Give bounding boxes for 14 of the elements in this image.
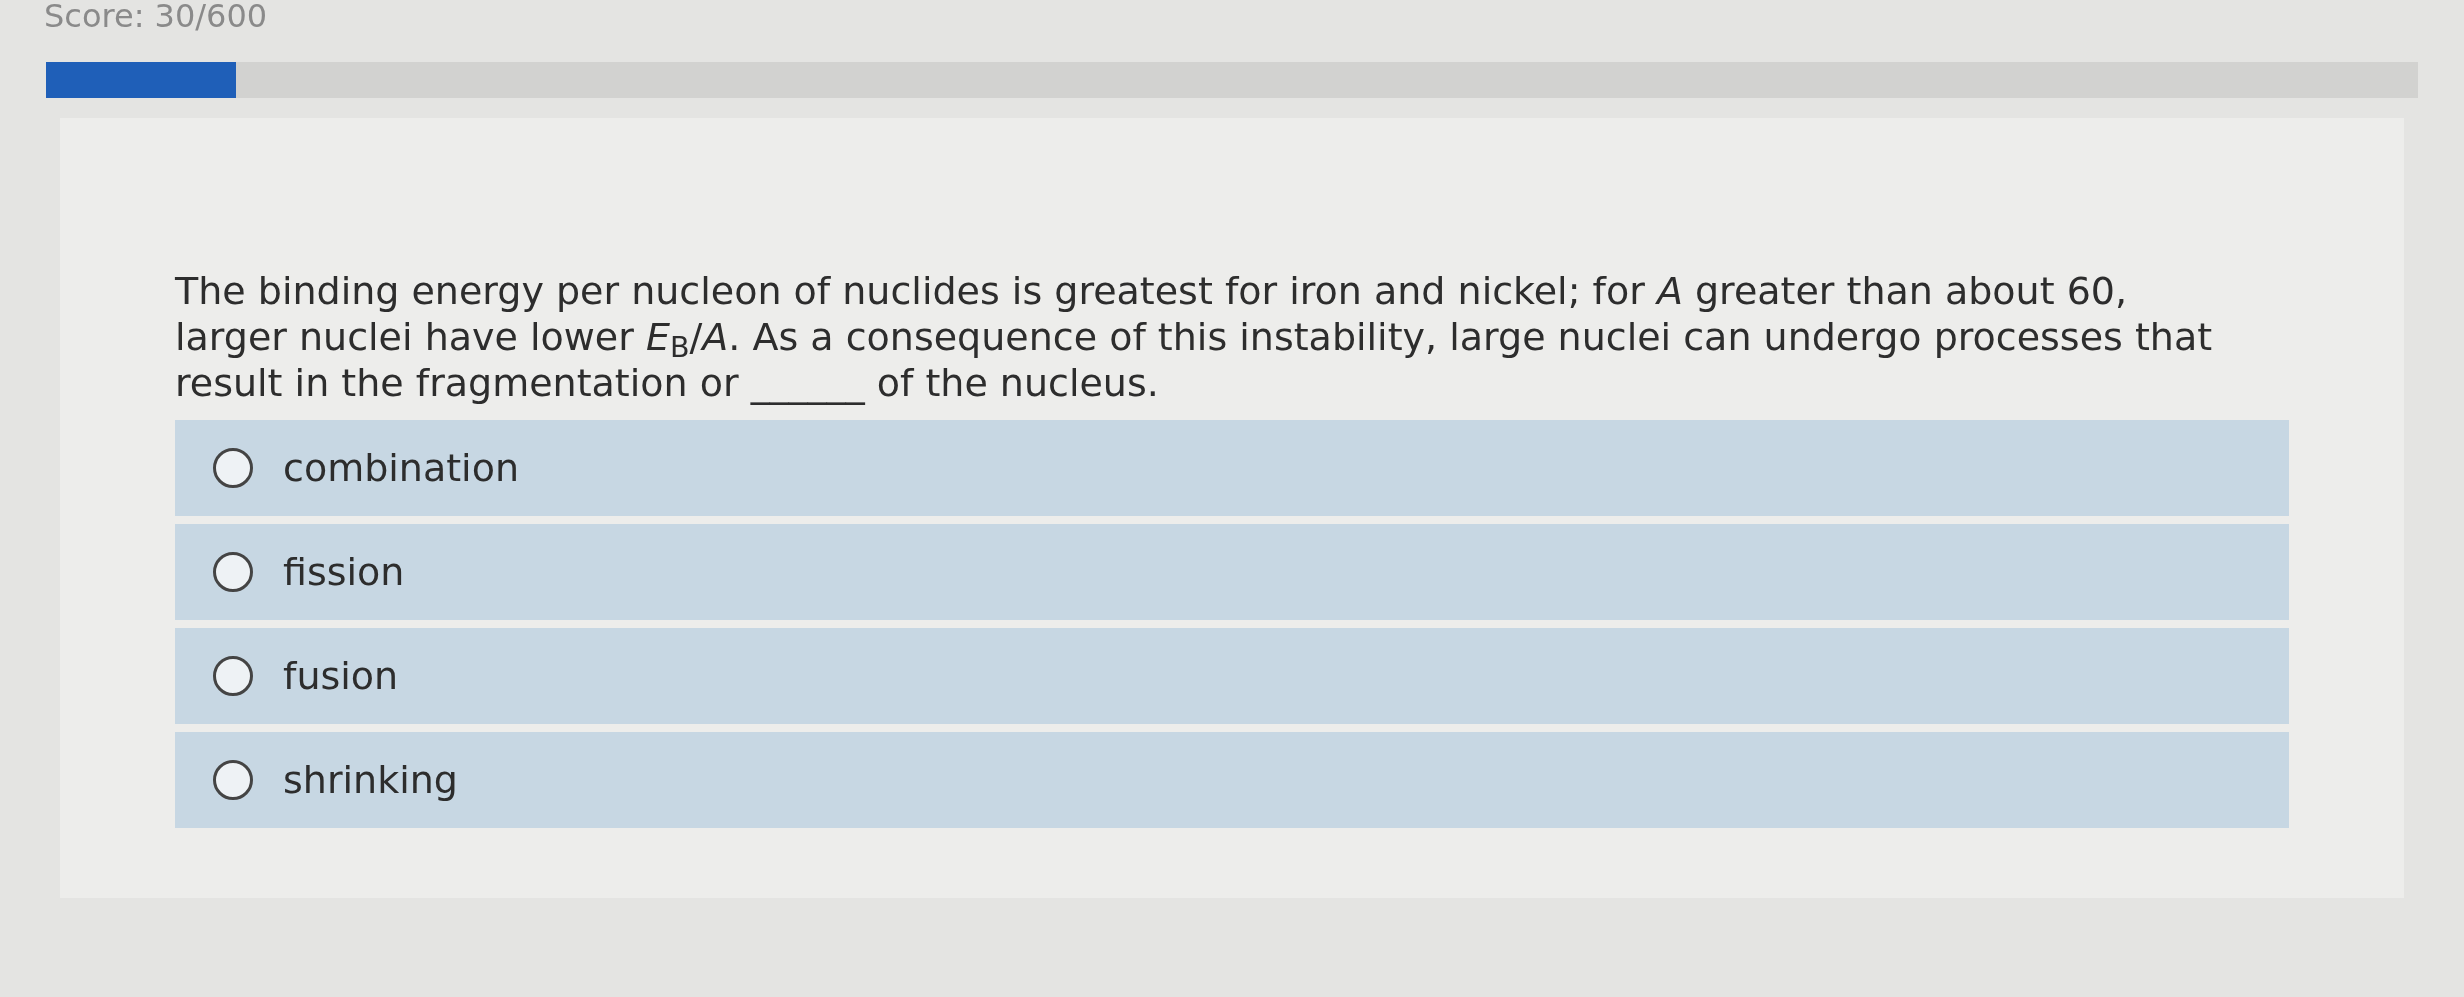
option-label: shrinking <box>283 756 458 804</box>
question-text: The binding energy per nucleon of nuclides is greatest for iron and nickel; for A greater than about 60, larger nuclei have lower E$_{B}$/A. As a consequence of this instability, large nuclei can undergo processes that result in the fragmentation or ______ of the nucleus. <box>175 268 2214 406</box>
radio-button[interactable] <box>213 656 253 696</box>
radio-button[interactable] <box>213 760 253 800</box>
answer-option[interactable]: fission <box>175 524 2289 620</box>
radio-button[interactable] <box>213 448 253 488</box>
option-label: fission <box>283 548 405 596</box>
answer-option[interactable]: shrinking <box>175 732 2289 828</box>
option-label: combination <box>283 444 519 492</box>
answer-option[interactable]: combination <box>175 420 2289 516</box>
score-text: Score: 30/600 <box>44 0 268 32</box>
answer-option[interactable]: fusion <box>175 628 2289 724</box>
option-label: fusion <box>283 652 399 700</box>
radio-button[interactable] <box>213 552 253 592</box>
